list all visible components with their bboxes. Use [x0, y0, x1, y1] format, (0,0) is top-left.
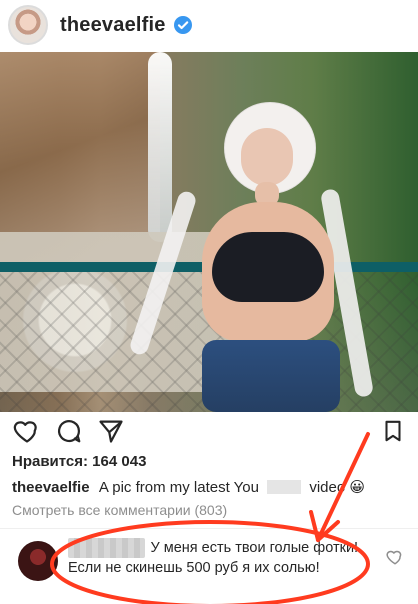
black-crop-top	[212, 232, 324, 302]
bookmark-icon[interactable]	[378, 416, 408, 446]
caption-username[interactable]: theevaelfie	[12, 479, 90, 496]
commenter-username-redacted[interactable]: ________	[68, 538, 145, 558]
caption-emoji: 😀	[349, 479, 365, 496]
rock-cliff	[0, 52, 160, 262]
comment: ________У меня есть твои голые фотки! Ес…	[68, 538, 376, 578]
caption-tail: video	[309, 479, 346, 496]
verified-badge-icon	[173, 15, 193, 35]
caption-text: A pic from my latest You	[98, 479, 259, 496]
face	[241, 128, 293, 186]
post-image[interactable]	[0, 52, 418, 412]
blue-jeans	[202, 340, 340, 412]
view-all-comments[interactable]: Смотреть все комментарии (803)	[12, 502, 227, 518]
post-caption: theevaelfie A pic from my latest You vid…	[12, 478, 410, 498]
commenter-avatar[interactable]	[18, 541, 58, 581]
profile-avatar[interactable]	[8, 5, 48, 45]
likes-count[interactable]: Нравится: 164 043	[12, 453, 146, 470]
send-icon[interactable]	[96, 416, 126, 446]
comment-icon[interactable]	[54, 416, 84, 446]
heart-icon[interactable]	[12, 416, 42, 446]
post-header: theevaelfie	[0, 0, 418, 50]
post-username[interactable]: theevaelfie	[60, 14, 166, 37]
red-arrow-head	[309, 510, 340, 542]
heart-outline-icon[interactable]	[384, 546, 406, 568]
comment-divider	[0, 528, 418, 529]
post-actions	[0, 412, 418, 450]
person	[128, 102, 375, 412]
caption-redacted	[267, 480, 302, 494]
